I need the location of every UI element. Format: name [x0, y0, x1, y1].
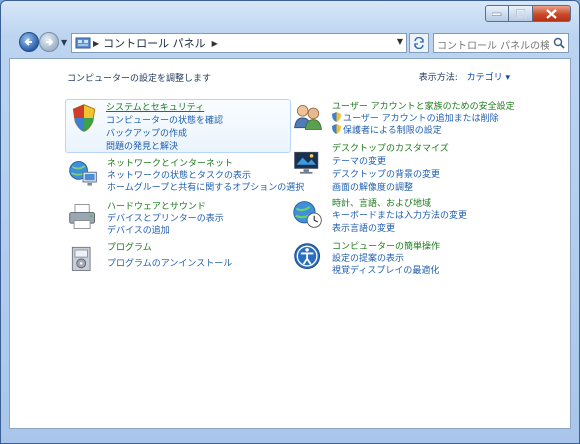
category-network: ネットワークとインターネット ネットワークの状態とタスクの表示 ホームグループと…: [67, 156, 304, 193]
view-by-control: 表示方法: カテゴリ ▾: [419, 70, 510, 83]
category-user-accounts: ユーザー アカウントと家族のための安全設定 ユーザー アカウントの追加または削除…: [292, 99, 532, 139]
title-bar[interactable]: [1, 1, 579, 29]
back-arrow-icon: [24, 38, 32, 46]
back-button[interactable]: [19, 32, 39, 52]
search-input[interactable]: [434, 37, 552, 56]
address-dropdown[interactable]: ▼: [397, 37, 403, 46]
category-link[interactable]: 保護者による制限の設定: [332, 123, 442, 136]
shield-icon[interactable]: [68, 102, 100, 134]
close-icon: [546, 8, 557, 19]
caption-buttons: [485, 5, 571, 22]
category-system-security: システムとセキュリティ コンピューターの状態を確認 バックアップの作成 問題の発…: [65, 99, 291, 153]
refresh-icon: [414, 37, 424, 49]
close-button[interactable]: [533, 5, 571, 22]
content-pane: コンピューターの設定を調整します 表示方法: カテゴリ ▾ システムとセキュリテ…: [9, 58, 571, 429]
category-link[interactable]: デスクトップの背景の変更: [332, 167, 440, 180]
accessibility-icon[interactable]: [292, 241, 324, 273]
category-link[interactable]: デバイスの追加: [107, 223, 170, 236]
search-icon[interactable]: [553, 37, 565, 49]
category-title[interactable]: プログラム: [107, 240, 152, 253]
category-link[interactable]: 問題の発見と解決: [106, 139, 178, 152]
category-ease-of-access: コンピューターの簡単操作 設定の提案の表示 視覚ディスプレイの最適化: [292, 239, 532, 276]
category-link[interactable]: 視覚ディスプレイの最適化: [332, 263, 439, 276]
category-clock-language: 時計、言語、および地域 キーボードまたは入力方法の変更 表示言語の変更: [292, 196, 532, 234]
users-icon[interactable]: [292, 101, 324, 133]
printer-icon[interactable]: [67, 201, 99, 233]
category-link[interactable]: キーボードまたは入力方法の変更: [332, 208, 467, 221]
category-link[interactable]: プログラムのアンインストール: [107, 256, 232, 269]
minimize-button[interactable]: [485, 5, 509, 22]
maximize-button[interactable]: [509, 5, 533, 22]
breadcrumb-separator[interactable]: ▶: [93, 39, 99, 48]
category-link[interactable]: バックアップの作成: [106, 126, 187, 139]
programs-icon[interactable]: [67, 242, 99, 274]
address-bar[interactable]: ▶ コントロール パネル ▶ ▼: [71, 33, 407, 53]
search-box: [433, 33, 569, 56]
uac-shield-icon: [332, 124, 341, 134]
forward-button[interactable]: [39, 32, 59, 52]
navigation-bar: ▼ ▶ コントロール パネル ▶ ▼: [11, 32, 569, 56]
category-link[interactable]: コンピューターの状態を確認: [106, 113, 223, 126]
uac-shield-icon: [332, 112, 341, 122]
breadcrumb-control-panel[interactable]: コントロール パネル: [103, 35, 206, 51]
forward-arrow-icon: [46, 38, 54, 46]
minimize-icon: [492, 12, 502, 16]
recent-pages-dropdown[interactable]: ▼: [61, 38, 67, 47]
category-appearance: デスクトップのカスタマイズ テーマの変更 デスクトップの背景の変更 画面の解像度…: [292, 141, 532, 193]
control-panel-icon: [75, 37, 91, 49]
category-title[interactable]: システムとセキュリティ: [106, 100, 204, 113]
network-icon[interactable]: [67, 158, 99, 190]
category-link[interactable]: 表示言語の変更: [332, 221, 395, 234]
maximize-icon: [515, 9, 526, 18]
page-title: コンピューターの設定を調整します: [67, 74, 212, 84]
category-link[interactable]: テーマの変更: [332, 154, 386, 167]
category-programs: プログラム プログラムのアンインストール: [67, 240, 297, 276]
control-panel-window: ▼ ▶ コントロール パネル ▶ ▼ コンピューターの設定を調整します 表示方法…: [0, 0, 580, 444]
refresh-button[interactable]: [409, 33, 429, 53]
globe-clock-icon[interactable]: [292, 198, 324, 230]
category-title[interactable]: デスクトップのカスタマイズ: [332, 141, 449, 154]
breadcrumb-separator[interactable]: ▶: [212, 39, 218, 48]
category-hardware-sound: ハードウェアとサウンド デバイスとプリンターの表示 デバイスの追加: [67, 199, 297, 236]
category-link[interactable]: ホームグループと共有に関するオプションの選択: [107, 180, 304, 193]
category-link-text[interactable]: 保護者による制限の設定: [343, 126, 442, 136]
view-by-dropdown[interactable]: カテゴリ ▾: [467, 73, 510, 83]
category-link[interactable]: 画面の解像度の調整: [332, 180, 413, 193]
view-by-label: 表示方法:: [418, 73, 458, 83]
desktop-icon[interactable]: [292, 147, 324, 179]
